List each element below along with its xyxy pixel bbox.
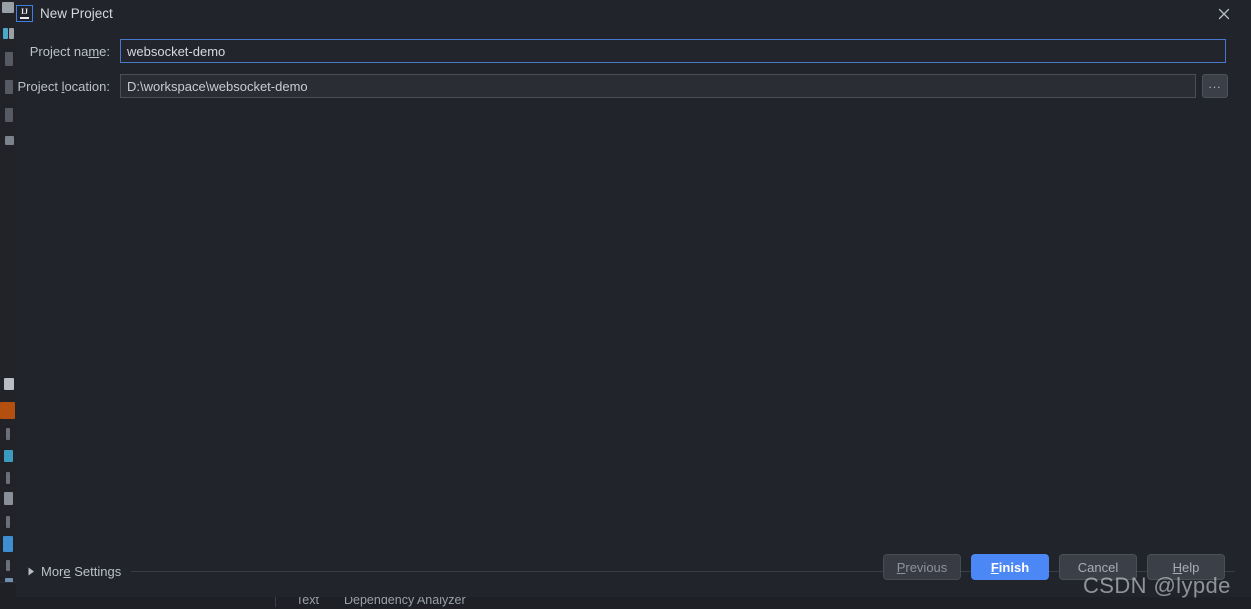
previous-button[interactable]: Previous (883, 554, 961, 580)
ide-strip-fragment (5, 80, 13, 94)
ide-strip-fragment (5, 108, 13, 122)
project-location-label-post: ocation: (64, 78, 110, 94)
ide-strip-fragment (0, 402, 15, 419)
project-name-input[interactable] (120, 39, 1226, 63)
finish-button-mnemonic: F (990, 559, 999, 575)
cancel-button[interactable]: Cancel (1059, 554, 1137, 580)
project-name-label-post: e: (99, 43, 110, 59)
dialog-form-area: Project name: Project location: ... More… (16, 28, 1251, 579)
close-icon[interactable] (1213, 3, 1235, 25)
project-name-label-pre: Project na (29, 43, 89, 59)
project-location-label: Project location: (16, 79, 120, 94)
project-location-input[interactable] (120, 74, 1196, 98)
ide-strip-fragment (9, 28, 14, 39)
project-name-row: Project name: (16, 38, 1251, 64)
dialog-titlebar: IJ New Project (16, 0, 1251, 28)
ide-left-sidebar-strip (0, 0, 16, 609)
app-icon-underline (20, 17, 29, 19)
ide-strip-fragment (6, 560, 10, 571)
project-location-label-pre: Project (17, 78, 62, 94)
ide-strip-fragment (6, 472, 10, 484)
dialog-button-bar: Previous Finish Cancel Help (16, 545, 1251, 597)
ide-strip-fragment (6, 516, 10, 528)
ide-strip-fragment (4, 450, 13, 462)
previous-button-mnemonic: P (896, 559, 906, 575)
ide-strip-fragment (4, 492, 13, 505)
project-location-row: Project location: ... (16, 73, 1251, 99)
ide-strip-fragment (6, 428, 10, 440)
previous-button-label: revious (905, 559, 948, 575)
ide-strip-fragment (4, 378, 14, 390)
help-button[interactable]: Help (1147, 554, 1225, 580)
cancel-button-label: Cancel (1077, 559, 1119, 575)
project-name-label-mnemonic: m (88, 43, 100, 59)
intellij-idea-icon: IJ (16, 5, 33, 22)
ide-strip-fragment (3, 28, 8, 39)
ide-strip-fragment (5, 52, 13, 66)
new-project-dialog: IJ New Project Project name: Project loc… (16, 0, 1251, 597)
browse-location-button[interactable]: ... (1202, 74, 1228, 98)
project-name-label: Project name: (16, 44, 120, 59)
app-icon-letters: IJ (20, 7, 29, 16)
ellipsis-icon: ... (1208, 76, 1222, 91)
finish-button[interactable]: Finish (971, 554, 1049, 580)
help-button-mnemonic: H (1172, 559, 1183, 575)
screen: Text Dependency Analyzer IJ New Project … (0, 0, 1251, 609)
dialog-title: New Project (40, 6, 113, 21)
ide-strip-fragment (3, 536, 13, 552)
finish-button-label: inish (998, 559, 1030, 575)
help-button-label: elp (1182, 559, 1200, 575)
ide-strip-fragment (2, 2, 14, 13)
ide-strip-fragment (5, 136, 14, 145)
